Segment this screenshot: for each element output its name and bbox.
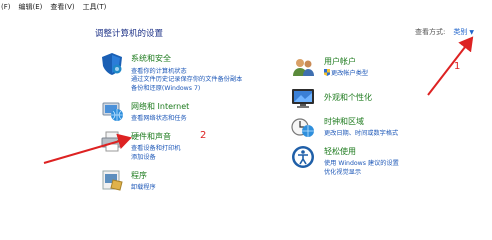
system-security-link-2[interactable]: 通过文件历史记录保存你的文件备份副本 [131, 74, 242, 83]
network-globe-icon [102, 102, 123, 121]
view-by-label: 查看方式: [415, 28, 446, 36]
menu-edit[interactable]: 编辑(E) [16, 0, 48, 15]
shield-icon [102, 53, 122, 75]
ease-of-access-link-2[interactable]: 优化视觉显示 [324, 167, 361, 176]
user-accounts-link-1[interactable]: 更改帐户类型 [324, 68, 368, 77]
printer-icon [101, 131, 123, 152]
menu-tools[interactable]: 工具(T) [80, 0, 112, 15]
page-title: 调整计算机的设置 [95, 29, 164, 39]
network-title[interactable]: 网络和 Internet [131, 101, 189, 112]
category-network: 网络和 Internet 查看网络状态和任务 [100, 99, 300, 122]
category-clock-region: 时钟和区域 更改日期、时间或数字格式 [291, 115, 471, 141]
category-ease-of-access: 轻松使用 使用 Windows 建议的设置 优化视觉显示 [291, 145, 471, 176]
menu-view[interactable]: 查看(V) [47, 0, 79, 15]
appearance-title[interactable]: 外观和个性化 [324, 92, 372, 103]
category-appearance: 外观和个性化 [291, 86, 471, 110]
menu-file[interactable]: (F) [0, 0, 16, 15]
users-icon [293, 59, 314, 76]
user-accounts-link-1-label: 更改帐户类型 [331, 70, 369, 77]
chevron-down-icon[interactable]: ▼ [469, 29, 474, 36]
clock-globe-icon [291, 118, 314, 137]
programs-title[interactable]: 程序 [131, 170, 147, 181]
monitor-icon [292, 89, 314, 108]
clock-region-title[interactable]: 时钟和区域 [324, 116, 364, 127]
hardware-sound-link-2[interactable]: 添加设备 [131, 152, 156, 161]
clock-region-link-1[interactable]: 更改日期、时间或数字格式 [324, 128, 398, 137]
hardware-sound-title[interactable]: 硬件和声音 [131, 131, 171, 142]
category-user-accounts: 用户帐户 更改帐户类型 [291, 55, 471, 79]
menu-bar: (F) 编辑(E) 查看(V) 工具(T) [0, 0, 492, 15]
ease-of-access-link-1[interactable]: 使用 Windows 建议的设置 [324, 158, 399, 167]
system-security-title[interactable]: 系统和安全 [131, 53, 171, 64]
user-accounts-title[interactable]: 用户帐户 [324, 56, 356, 67]
annotation-number-2: 2 [200, 130, 207, 141]
category-programs: 程序 卸载程序 [100, 168, 300, 192]
accessibility-icon [292, 146, 314, 168]
uac-shield-icon [324, 69, 330, 76]
category-system-security: 系统和安全 查看你的计算机状态 通过文件历史记录保存你的文件备份副本 备份和还原… [100, 52, 300, 97]
annotation-number-1: 1 [454, 61, 461, 72]
view-by-dropdown[interactable]: 类别 [453, 27, 467, 37]
hardware-sound-link-1[interactable]: 查看设备和打印机 [131, 143, 181, 152]
programs-icon [102, 170, 123, 191]
programs-link-1[interactable]: 卸载程序 [131, 182, 156, 191]
view-by: 查看方式: 类别 ▼ [415, 27, 474, 37]
system-security-link-3[interactable]: 备份和还原(Windows 7) [131, 83, 200, 92]
ease-of-access-title[interactable]: 轻松使用 [324, 146, 356, 157]
network-link-1[interactable]: 查看网络状态和任务 [131, 113, 187, 122]
